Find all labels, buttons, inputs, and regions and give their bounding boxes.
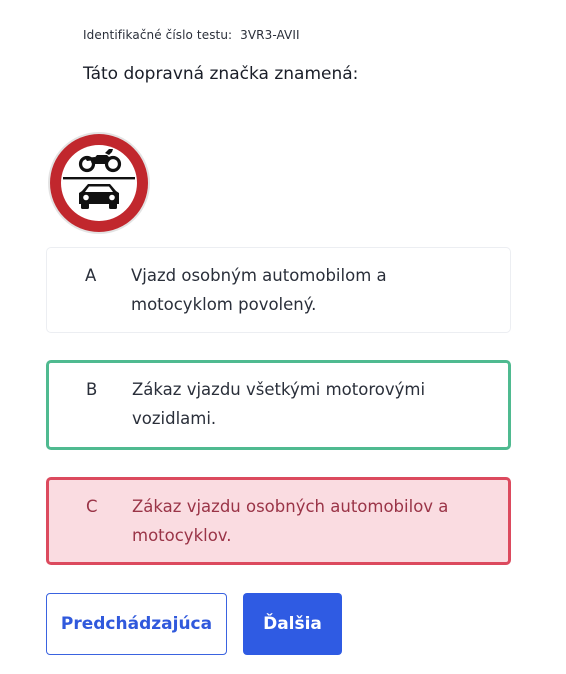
previous-button[interactable]: Predchádzajúca [46, 593, 227, 655]
answer-option-a[interactable]: A Vjazd osobným automobilom a motocyklom… [46, 247, 511, 333]
answer-text: Zákaz vjazdu všetkými motorovými vozidla… [132, 380, 426, 428]
answer-option-c[interactable]: C Zákaz vjazdu osobných automobilov a mo… [46, 477, 511, 565]
answer-option-b[interactable]: B Zákaz vjazdu všetkými motorovými vozid… [46, 360, 511, 450]
answer-letter: B [86, 380, 98, 399]
answer-text: Zákaz vjazdu osobných automobilov a moto… [132, 497, 449, 545]
no-motor-vehicles-sign-icon [48, 132, 150, 234]
answer-letter: C [86, 497, 98, 516]
answer-letter: A [85, 266, 97, 285]
test-id-label: Identifikačné číslo testu: [83, 28, 233, 42]
question-text: Táto dopravná značka znamená: [83, 64, 359, 84]
test-id-value: 3VR3-AVII [240, 28, 300, 42]
test-id: Identifikačné číslo testu: 3VR3-AVII [83, 28, 300, 42]
answer-text: Vjazd osobným automobilom a motocyklom p… [131, 266, 387, 314]
next-button[interactable]: Ďalšia [243, 593, 342, 655]
